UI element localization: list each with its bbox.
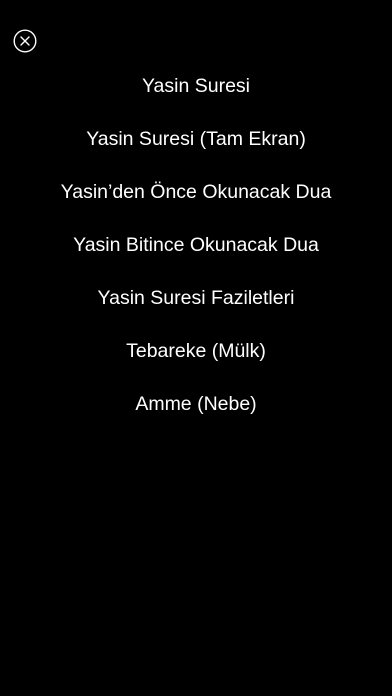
menu-item-yasin-suresi-tam-ekran[interactable]: Yasin Suresi (Tam Ekran) bbox=[0, 113, 392, 166]
menu-item-tebareke[interactable]: Tebareke (Mülk) bbox=[0, 325, 392, 378]
menu-item-amme[interactable]: Amme (Nebe) bbox=[0, 378, 392, 431]
menu-item-yasin-bitince-dua[interactable]: Yasin Bitince Okunacak Dua bbox=[0, 219, 392, 272]
menu-item-yasin-suresi[interactable]: Yasin Suresi bbox=[0, 60, 392, 113]
menu-list: Yasin Suresi Yasin Suresi (Tam Ekran) Ya… bbox=[0, 60, 392, 431]
close-icon bbox=[13, 29, 37, 53]
menu-item-yasinden-once-dua[interactable]: Yasin’den Önce Okunacak Dua bbox=[0, 166, 392, 219]
menu-screen: Yasin Suresi Yasin Suresi (Tam Ekran) Ya… bbox=[0, 0, 392, 696]
close-button[interactable] bbox=[13, 29, 37, 53]
menu-item-yasin-faziletleri[interactable]: Yasin Suresi Faziletleri bbox=[0, 272, 392, 325]
